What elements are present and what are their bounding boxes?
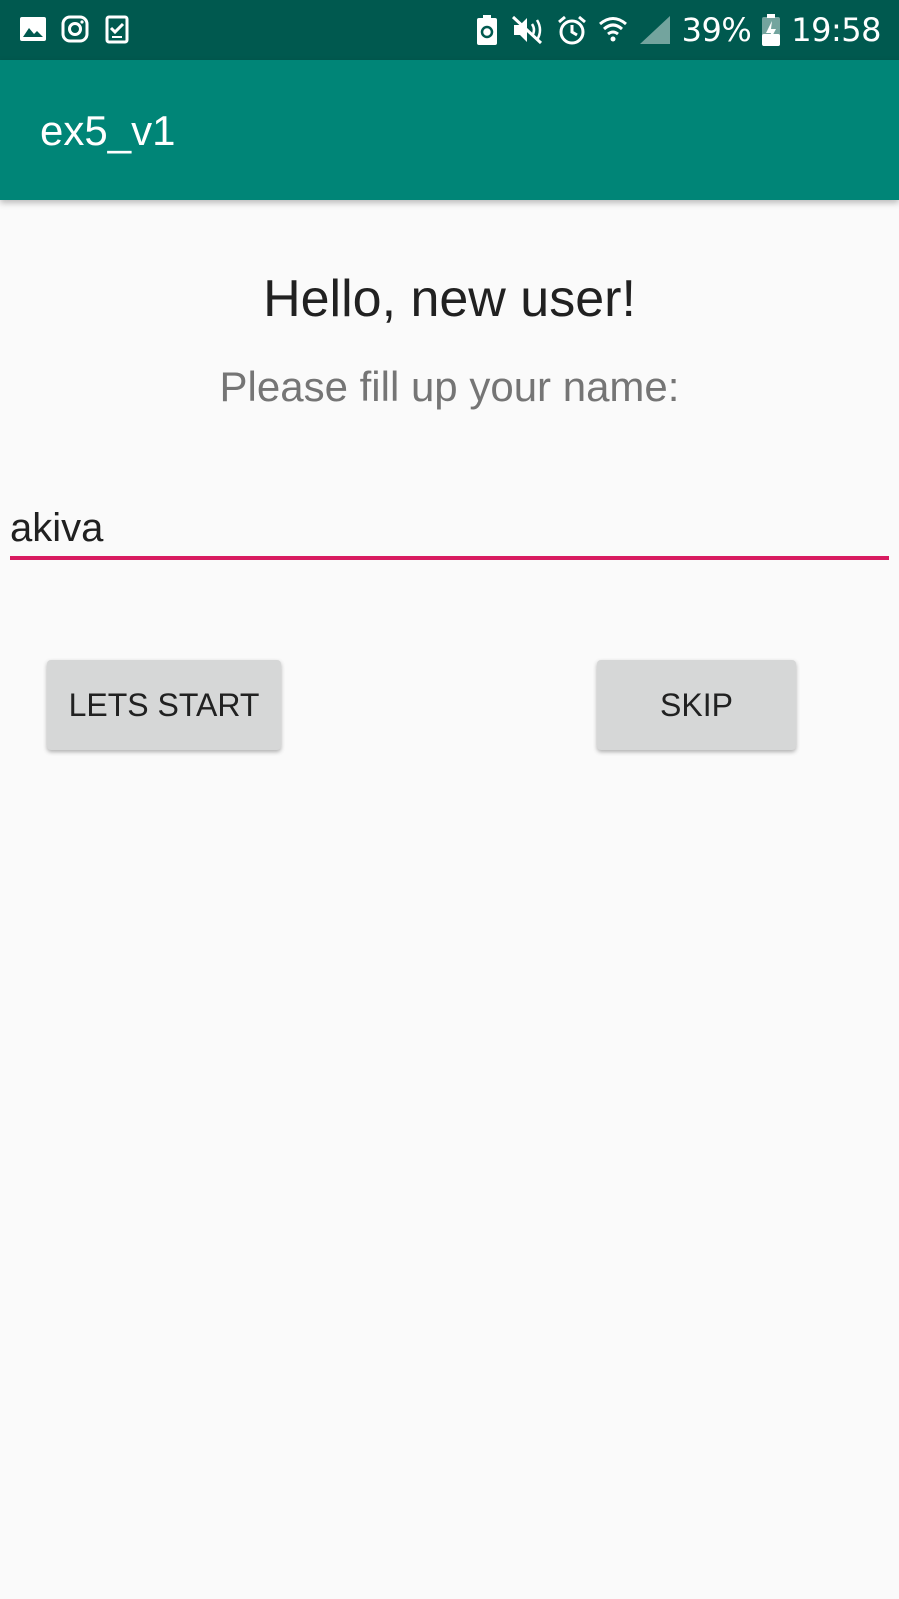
name-prompt: Please fill up your name: [219, 363, 680, 410]
task-icon [102, 14, 132, 44]
signal-icon [638, 14, 672, 46]
clock: 19:58 [791, 11, 881, 49]
app-title: ex5_v1 [40, 107, 176, 154]
alarm-icon [556, 14, 588, 46]
skip-button[interactable]: SKIP [597, 660, 796, 750]
wifi-icon [598, 14, 628, 46]
main-content: Hello, new user! Please fill up your nam… [0, 200, 899, 1599]
status-bar: 39% 19:58 [0, 0, 899, 60]
battery-saver-icon [474, 14, 500, 46]
instagram-icon [60, 14, 90, 44]
mute-icon [510, 14, 546, 46]
notification-icons [18, 14, 132, 44]
image-icon [18, 14, 48, 44]
battery-charging-icon [761, 13, 781, 47]
system-status: 39% 19:58 [474, 10, 881, 50]
lets-start-button[interactable]: LETS START [47, 660, 281, 750]
name-input[interactable] [10, 500, 889, 560]
battery-percentage: 39% [681, 11, 752, 49]
greeting-text: Hello, new user! [263, 270, 636, 328]
